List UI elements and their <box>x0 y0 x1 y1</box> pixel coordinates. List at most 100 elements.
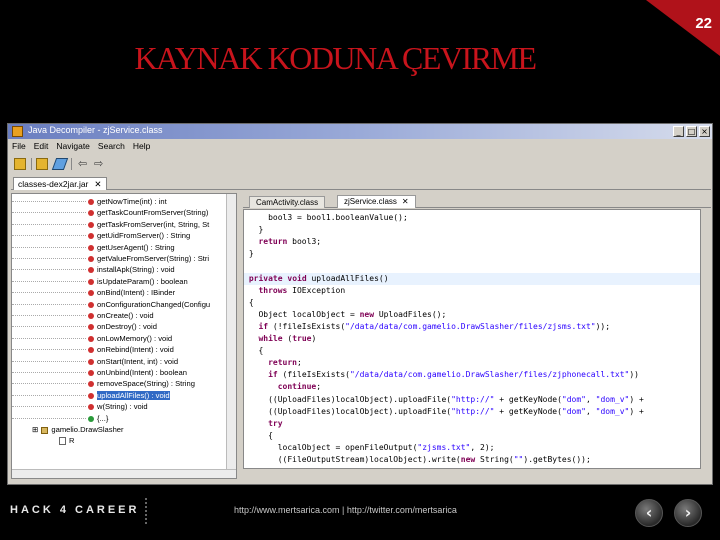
toolbar: ⇦ ⇨ <box>8 155 712 173</box>
method-icon <box>88 404 94 411</box>
tree-method-item[interactable]: getValueFromServer(String) : Stri <box>12 253 209 264</box>
method-icon <box>88 370 94 376</box>
close-icon[interactable]: ✕ <box>402 197 409 206</box>
tree-method-item[interactable]: uploadAllFiles() : void <box>12 390 170 401</box>
close-icon[interactable]: ✕ <box>94 179 101 189</box>
tree-file-item[interactable]: R <box>56 435 74 446</box>
code-tab[interactable]: CamActivity.class <box>249 196 326 208</box>
code-tab-label: CamActivity.class <box>256 198 319 207</box>
code-line[interactable]: if (fileIsExists("/data/data/com.gamelio… <box>244 369 700 381</box>
method-icon <box>88 301 94 308</box>
next-slide-button[interactable]: › <box>674 499 702 527</box>
file-tabs: classes-dex2jar.jar ✕ <box>11 176 711 190</box>
tree-method-item[interactable]: onDestroy() : void <box>12 321 157 332</box>
tree-item-label: getTaskFromServer(int, String, St <box>97 219 210 229</box>
menu-navigate[interactable]: Navigate <box>52 140 94 152</box>
code-line[interactable]: private void uploadAllFiles() <box>244 272 700 285</box>
tree-method-item[interactable]: getUserAgent() : String <box>12 242 175 253</box>
tree-method-item[interactable]: onConfigurationChanged(Configu <box>12 299 210 310</box>
tree-method-item[interactable]: onBind(Intent) : IBinder <box>12 287 175 298</box>
tree-horizontal-scrollbar[interactable] <box>12 469 236 478</box>
back-arrow-icon[interactable]: ⇦ <box>78 158 90 170</box>
footer-separator <box>145 498 147 524</box>
tree-method-item[interactable]: getNowTime(int) : int <box>12 196 167 207</box>
tree-item-label: onStart(Intent, int) : void <box>97 356 179 366</box>
slide-title-text: KAYNAK KODUNA ÇEVIRME <box>134 40 537 76</box>
window-title: Java Decompiler - zjService.class <box>28 125 163 135</box>
code-line[interactable]: } <box>244 248 700 260</box>
file-tab-jar[interactable]: classes-dex2jar.jar ✕ <box>13 177 107 190</box>
code-line[interactable]: try <box>244 418 700 430</box>
tree-item-label: uploadAllFiles() : void <box>97 390 170 400</box>
code-line[interactable]: ((UploadFiles)localObject).uploadFile("h… <box>244 394 700 406</box>
tree-package-item[interactable]: ⊞ gamelio.DrawSlasher <box>32 424 124 435</box>
menu-edit[interactable]: Edit <box>30 140 53 152</box>
code-line[interactable]: Object localObject = new UploadFiles(); <box>244 309 700 321</box>
tree-connector <box>12 378 86 385</box>
tree-method-item[interactable]: removeSpace(String) : String <box>12 378 195 389</box>
code-tab[interactable]: zjService.class ✕ <box>337 195 416 208</box>
package-icon <box>41 426 49 434</box>
menubar: File Edit Navigate Search Help <box>8 140 712 154</box>
tree-item-label: getValueFromServer(String) : Stri <box>97 254 210 263</box>
tree-connector <box>12 219 86 225</box>
open-folder-icon[interactable] <box>14 158 26 170</box>
method-icon <box>88 221 94 228</box>
method-icon <box>88 244 94 251</box>
code-line[interactable]: throws IOException <box>244 285 700 297</box>
method-icon <box>88 358 94 365</box>
tree-method-item[interactable]: w(String) : void <box>12 401 148 412</box>
code-line[interactable]: ((UploadFiles)localObject).uploadFile("h… <box>244 406 700 418</box>
tree-connector <box>12 401 86 408</box>
tree-method-item[interactable]: onLowMemory() : void <box>12 333 172 344</box>
code-line[interactable]: return; <box>244 357 700 369</box>
tree-method-item[interactable]: installApk(String) : void <box>12 264 175 275</box>
code-line[interactable]: ((FileOutputStream)localObject).write(ne… <box>244 454 700 466</box>
toolbar-separator <box>31 158 32 170</box>
code-line[interactable]: localObject = openFileOutput("zjsms.txt"… <box>244 442 700 454</box>
tree-method-item[interactable]: isUpdateParam() : boolean <box>12 276 188 287</box>
maximize-button[interactable]: □ <box>686 126 697 137</box>
code-line[interactable]: while (true) <box>244 333 700 345</box>
tree-connector <box>12 390 86 396</box>
window-titlebar[interactable]: Java Decompiler - zjService.class _ □ × <box>8 124 712 139</box>
open-file-icon[interactable] <box>36 158 48 170</box>
code-editor: bool3 = bool1.booleanValue(); } return b… <box>243 209 701 469</box>
tree-method-item[interactable]: onStart(Intent, int) : void <box>12 356 178 367</box>
code-line[interactable]: if (!fileIsExists("/data/data/com.gameli… <box>244 321 700 333</box>
expand-icon[interactable]: ⊞ <box>32 425 38 434</box>
code-line[interactable]: { <box>244 297 700 309</box>
menu-search[interactable]: Search <box>94 140 129 152</box>
tree-method-item[interactable]: {...} <box>12 413 108 424</box>
menu-file[interactable]: File <box>8 140 30 152</box>
tree-method-item[interactable]: onCreate() : void <box>12 310 154 321</box>
tree-method-item[interactable]: onUnbind(Intent) : boolean <box>12 367 187 378</box>
code-line[interactable]: bool3 = bool1.booleanValue(); <box>244 212 700 224</box>
code-line[interactable]: { <box>244 345 700 357</box>
method-icon <box>88 199 94 205</box>
previous-slide-button[interactable]: ‹ <box>635 499 663 527</box>
close-window-button[interactable]: × <box>699 126 710 137</box>
code-line[interactable]: continue; <box>244 381 700 393</box>
code-line[interactable] <box>244 260 700 272</box>
method-icon <box>88 256 94 262</box>
code-line[interactable]: return bool3; <box>244 236 700 248</box>
minimize-button[interactable]: _ <box>673 126 684 137</box>
menu-help[interactable]: Help <box>129 140 154 152</box>
tree-item-label: removeSpace(String) : String <box>97 379 195 389</box>
tree-method-item[interactable]: getUidFromServer() : String <box>12 230 190 241</box>
method-icon <box>88 313 94 319</box>
code-line[interactable]: { <box>244 430 700 442</box>
tree-connector <box>12 264 86 271</box>
edit-icon[interactable] <box>51 158 69 170</box>
method-icon <box>88 347 94 354</box>
forward-arrow-icon[interactable]: ⇨ <box>94 158 106 170</box>
tree-vertical-scrollbar[interactable] <box>226 194 236 478</box>
code-line[interactable]: } <box>244 224 700 236</box>
tree-method-item[interactable]: getTaskCountFromServer(String) <box>12 207 208 218</box>
tree-connector <box>12 287 86 294</box>
tree-item-label: R <box>69 436 75 446</box>
tree-item-label: getTaskCountFromServer(String) <box>97 208 209 218</box>
tree-method-item[interactable]: getTaskFromServer(int, String, St <box>12 219 209 230</box>
tree-method-item[interactable]: onRebind(Intent) : void <box>12 344 174 355</box>
